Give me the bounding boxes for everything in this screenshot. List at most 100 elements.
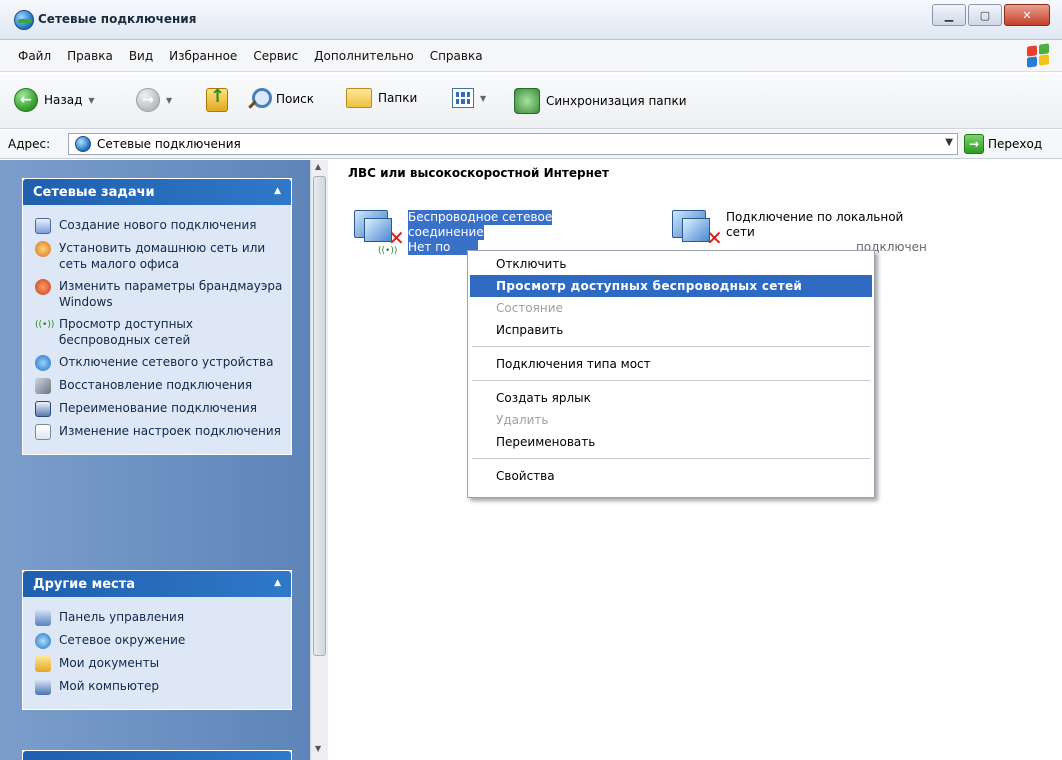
- network-places-icon: [35, 633, 51, 649]
- views-dropdown-icon[interactable]: ▼: [480, 94, 486, 103]
- settings-icon: [35, 424, 51, 440]
- sync-button[interactable]: Синхронизация папки: [514, 88, 687, 114]
- go-button[interactable]: → Переход: [964, 134, 1042, 154]
- maximize-button[interactable]: ▢: [968, 4, 1002, 26]
- folders-icon: [346, 88, 372, 108]
- forward-arrow-icon: →: [136, 88, 160, 112]
- toolbar: ← Назад ▼ → ▼ Поиск Папки ▼ Синхронизаци…: [0, 73, 1062, 129]
- search-label: Поиск: [276, 92, 315, 106]
- menu-edit[interactable]: Правка: [59, 49, 121, 63]
- network-tasks-panel: Сетевые задачи ▲ Создание нового подключ…: [22, 178, 292, 455]
- minimize-button[interactable]: ▁: [932, 4, 966, 26]
- close-button[interactable]: ✕: [1004, 4, 1050, 26]
- go-arrow-icon: →: [964, 134, 984, 154]
- lan-name-line1: Подключение по локальной: [726, 210, 904, 224]
- back-label: Назад: [44, 93, 83, 107]
- place-computer[interactable]: Мой компьютер: [35, 678, 285, 695]
- other-places-panel: Другие места ▲ Панель управления Сетевое…: [22, 570, 292, 710]
- other-places-list: Панель управления Сетевое окружение Мои …: [23, 597, 291, 709]
- task-home-network[interactable]: Установить домашнюю сеть или сеть малого…: [35, 240, 285, 272]
- task-view-wireless[interactable]: ((•)) Просмотр доступных беспроводных сет…: [35, 316, 285, 348]
- menu-tools[interactable]: Сервис: [245, 49, 306, 63]
- network-tasks-list: Создание нового подключения Установить д…: [23, 205, 291, 454]
- third-panel-partial: [22, 750, 292, 760]
- menu-create-shortcut[interactable]: Создать ярлык: [470, 387, 872, 409]
- task-label: Отключение сетевого устройства: [59, 355, 274, 369]
- third-panel-header[interactable]: [23, 751, 291, 760]
- place-documents[interactable]: Мои документы: [35, 655, 285, 672]
- place-network[interactable]: Сетевое окружение: [35, 632, 285, 649]
- forward-button[interactable]: → ▼: [136, 88, 172, 112]
- title-bar: Сетевые подключения ▁ ▢ ✕: [0, 0, 1062, 40]
- menu-bridge[interactable]: Подключения типа мост: [470, 353, 872, 375]
- scroll-down-icon[interactable]: ▼: [315, 744, 321, 753]
- disable-device-icon: [35, 355, 51, 371]
- menu-view[interactable]: Вид: [121, 49, 161, 63]
- task-disable-device[interactable]: Отключение сетевого устройства: [35, 354, 285, 371]
- task-new-connection[interactable]: Создание нового подключения: [35, 217, 285, 234]
- window-controls: ▁ ▢ ✕: [932, 4, 1050, 26]
- my-documents-icon: [35, 656, 51, 672]
- place-label: Сетевое окружение: [59, 633, 186, 647]
- back-dropdown-icon[interactable]: ▼: [88, 96, 94, 105]
- folders-button[interactable]: Папки: [346, 88, 417, 108]
- task-change-settings[interactable]: Изменение настроек подключения: [35, 423, 285, 440]
- menu-advanced[interactable]: Дополнительно: [306, 49, 422, 63]
- task-label: Изменить параметры брандмауэра Windows: [59, 279, 283, 309]
- menu-properties[interactable]: Свойства: [470, 465, 872, 487]
- scroll-up-icon[interactable]: ▲: [315, 162, 321, 171]
- menu-file[interactable]: Файл: [10, 49, 59, 63]
- control-panel-icon: [35, 610, 51, 626]
- place-control-panel[interactable]: Панель управления: [35, 609, 285, 626]
- network-connections-icon: [14, 10, 34, 30]
- other-places-header[interactable]: Другие места ▲: [23, 571, 291, 597]
- scroll-thumb[interactable]: [313, 176, 326, 656]
- home-network-icon: [35, 241, 51, 257]
- folders-label: Папки: [378, 91, 418, 105]
- views-button[interactable]: ▼: [452, 88, 486, 108]
- back-button[interactable]: ← Назад ▼: [14, 88, 95, 112]
- menu-rename[interactable]: Переименовать: [470, 431, 872, 453]
- menu-favorites[interactable]: Избранное: [161, 49, 245, 63]
- search-button[interactable]: Поиск: [248, 88, 314, 110]
- menu-separator: [472, 380, 870, 381]
- new-connection-icon: [35, 218, 51, 234]
- search-icon: [248, 88, 272, 110]
- up-button[interactable]: [206, 86, 228, 112]
- task-rename[interactable]: Переименование подключения: [35, 400, 285, 417]
- task-firewall[interactable]: Изменить параметры брандмауэра Windows: [35, 278, 285, 310]
- place-label: Мой компьютер: [59, 679, 159, 693]
- wireless-name-line2: соединение: [408, 225, 484, 240]
- menu-bar: Файл Правка Вид Избранное Сервис Дополни…: [0, 40, 1062, 72]
- task-label: Переименование подключения: [59, 401, 257, 415]
- collapse-icon[interactable]: ▲: [274, 186, 281, 196]
- wireless-icon: ((•)): [35, 320, 55, 330]
- menu-separator: [472, 346, 870, 347]
- forward-dropdown-icon[interactable]: ▼: [166, 96, 172, 105]
- menu-view-wireless-networks[interactable]: Просмотр доступных беспроводных сетей: [470, 275, 872, 297]
- task-label: Восстановление подключения: [59, 378, 253, 392]
- address-bar: Адрес: Сетевые подключения ▼ → Переход: [0, 130, 1062, 159]
- windows-logo-icon: [1026, 43, 1050, 68]
- other-places-title: Другие места: [33, 576, 136, 592]
- menu-delete: Удалить: [496, 413, 549, 427]
- go-label: Переход: [988, 137, 1043, 151]
- task-label: Изменение настроек подключения: [59, 424, 281, 438]
- collapse-icon[interactable]: ▲: [274, 578, 281, 588]
- menu-repair[interactable]: Исправить: [470, 319, 872, 341]
- sync-label: Синхронизация папки: [546, 94, 687, 108]
- task-repair[interactable]: Восстановление подключения: [35, 377, 285, 394]
- address-value: Сетевые подключения: [97, 137, 241, 151]
- lan-name-line2: сети: [726, 225, 755, 239]
- back-arrow-icon: ←: [14, 88, 38, 112]
- wireless-connection-icon: ✕ ((•)): [350, 210, 405, 258]
- menu-disconnect[interactable]: Отключить: [470, 253, 872, 275]
- address-dropdown-icon[interactable]: ▼: [945, 137, 953, 148]
- network-tasks-header[interactable]: Сетевые задачи ▲: [23, 179, 291, 205]
- address-input[interactable]: Сетевые подключения ▼: [68, 133, 958, 155]
- wireless-name-line1: Беспроводное сетевое: [408, 210, 553, 225]
- task-pane-scrollbar[interactable]: ▲ ▼: [310, 160, 328, 760]
- menu-help[interactable]: Справка: [422, 49, 491, 63]
- sync-icon: [514, 88, 540, 114]
- task-label: Просмотр доступных беспроводных сетей: [59, 317, 193, 347]
